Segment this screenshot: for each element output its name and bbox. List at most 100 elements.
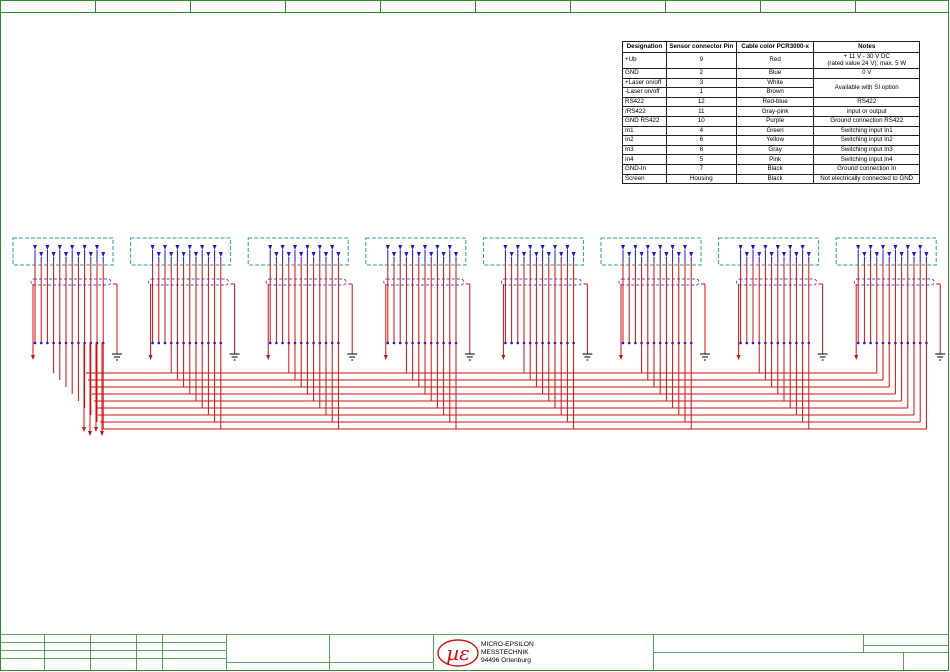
pin-terminal <box>788 245 793 250</box>
wire-arrow <box>148 355 153 360</box>
sensor-unit <box>718 237 828 361</box>
cable-shield <box>618 278 700 286</box>
pin-terminal <box>553 245 557 250</box>
table-row: +Laser on/off 3 White Available with SI … <box>622 77 920 98</box>
logo-symbol: µε <box>446 641 470 665</box>
bottom-terminal <box>163 341 167 345</box>
pin-terminal <box>311 252 316 257</box>
cell-pin: 11 <box>665 106 737 117</box>
pin-terminal <box>775 245 780 250</box>
cell-note: Switching input In1 <box>813 125 920 137</box>
table-row: GND-In 7 Black Ground connection In <box>622 163 920 175</box>
header-designation: Designation <box>622 41 667 53</box>
cable-shield <box>30 278 112 286</box>
micro-epsilon-logo: µε <box>437 639 479 667</box>
sensor-connector-box <box>482 237 584 266</box>
sensor-unit <box>482 237 593 361</box>
pin-terminal <box>621 245 625 250</box>
pin-terminal <box>905 245 910 250</box>
pin-terminal <box>305 245 310 250</box>
pin-terminal <box>336 252 341 257</box>
bottom-terminal <box>268 341 272 345</box>
pin-terminal <box>95 245 99 250</box>
cell-color: Yellow <box>735 135 815 146</box>
pin-terminal <box>416 252 421 257</box>
pin-terminal <box>528 245 533 250</box>
pin-terminal <box>769 252 774 257</box>
cell-note: Switching input In4 <box>813 154 920 165</box>
table-row: In3 8 Gray Switching input In3 <box>622 144 920 156</box>
bottom-terminal <box>504 341 507 345</box>
pin-terminal <box>515 245 520 250</box>
pin-terminal <box>893 245 898 250</box>
pin-terminal <box>218 252 223 257</box>
pin-terminal <box>324 252 328 257</box>
pin-terminal <box>82 245 87 250</box>
output-arrow <box>94 427 98 432</box>
pin-terminal <box>39 252 44 257</box>
cell-pin: 5 <box>665 154 737 165</box>
cell-pin: 10 <box>665 115 737 127</box>
sensor-unit <box>130 237 240 361</box>
pin-terminal <box>45 245 50 250</box>
pin-terminal <box>200 245 205 250</box>
bottom-terminal <box>275 341 278 345</box>
pin-assignment-table: Designation Sensor connector Pin Cable c… <box>622 41 920 185</box>
cell-designation: In2 <box>622 135 667 146</box>
pin-terminal <box>385 245 390 250</box>
pin-terminal <box>918 245 923 250</box>
pin-terminal <box>212 245 217 250</box>
pin-terminal <box>744 252 749 257</box>
cell-color: Red <box>735 52 815 69</box>
cell-designation: GND <box>622 68 667 79</box>
pin-terminal <box>64 252 68 257</box>
pin-terminal <box>800 245 805 250</box>
sensor-connector-box <box>600 237 702 266</box>
table-row: RS422 12 Red-blue RS422 <box>622 96 920 108</box>
pin-terminal <box>156 252 161 257</box>
pin-terminal <box>404 252 409 257</box>
cell-note: Switching input In3 <box>813 144 920 156</box>
pin-terminal <box>534 252 539 257</box>
cell-note: Switching input In2 <box>813 135 920 146</box>
pin-terminal <box>794 252 799 257</box>
bottom-terminal <box>157 341 161 345</box>
cell-designation: GND RS422 <box>622 115 667 127</box>
pin-terminal <box>454 252 458 257</box>
table-row: GND 2 Blue 0 V <box>622 68 920 79</box>
cell-designation: In4 <box>622 154 667 165</box>
wire-arrow <box>31 355 35 360</box>
pin-terminal <box>856 245 861 250</box>
output-arrow <box>88 431 92 436</box>
wire-arrow <box>266 355 271 360</box>
bottom-terminal <box>46 341 49 345</box>
bottom-terminal <box>745 341 749 345</box>
bottom-terminal <box>634 341 637 345</box>
pin-terminal <box>757 252 762 257</box>
table-header-row: Designation Sensor connector Pin Cable c… <box>622 41 920 53</box>
pin-terminal <box>683 245 687 250</box>
pin-terminal <box>441 252 446 257</box>
bottom-terminal <box>627 341 631 345</box>
sensor-unit <box>247 237 358 361</box>
bottom-terminal <box>151 341 154 345</box>
pin-terminal <box>447 245 452 250</box>
pin-terminal <box>912 252 916 257</box>
pin-terminal <box>899 252 904 257</box>
bottom-terminal <box>33 341 37 345</box>
pin-terminal <box>194 252 198 257</box>
cell-pin: 3 <box>665 77 737 89</box>
pin-terminal <box>627 252 632 257</box>
sensor-connector-box <box>247 237 349 266</box>
pin-terminal <box>806 252 811 257</box>
bottom-terminal <box>863 341 866 345</box>
bottom-terminal <box>392 341 396 345</box>
cell-designation: +Laser on/off <box>622 77 667 89</box>
cell-color: Gray <box>735 144 815 156</box>
cell-note: Available with SI option <box>813 77 920 98</box>
table-row: In2 6 Yellow Switching input In2 <box>622 135 920 146</box>
pin-terminal <box>169 252 174 257</box>
cell-note: Not electrically connected to GND <box>813 173 920 185</box>
cell-color: Green <box>735 125 815 137</box>
sensor-wiring-schematic <box>12 237 946 361</box>
